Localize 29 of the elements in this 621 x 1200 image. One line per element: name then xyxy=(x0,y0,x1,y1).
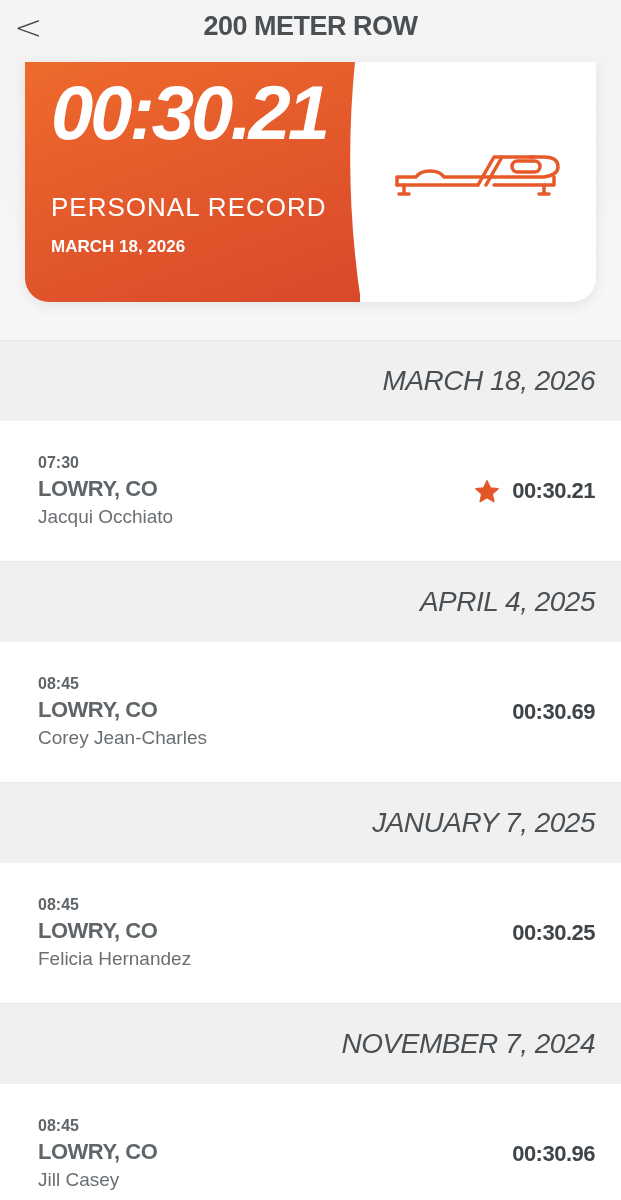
session-location: LOWRY, CO xyxy=(38,476,158,502)
coach-name: Felicia Hernandez xyxy=(38,948,192,970)
date-heading: JANUARY 7, 2025 xyxy=(372,807,595,839)
date-heading: APRIL 4, 2025 xyxy=(419,586,595,618)
session-time: 08:45 xyxy=(38,675,79,693)
session-result: 00:30.21 xyxy=(512,478,595,504)
session-result: 00:30.25 xyxy=(512,920,595,946)
back-button[interactable]: < xyxy=(6,4,51,50)
session-row[interactable]: 08:45 LOWRY, CO Felicia Hernandez 00:30.25 xyxy=(0,863,621,1003)
record-label: PERSONAL RECORD xyxy=(51,192,327,223)
session-result: 00:30.69 xyxy=(512,699,595,725)
session-location: LOWRY, CO xyxy=(38,918,158,944)
session-time: 08:45 xyxy=(38,1117,79,1135)
coach-name: Corey Jean-Charles xyxy=(38,727,207,749)
date-heading: MARCH 18, 2026 xyxy=(382,365,595,397)
session-location: LOWRY, CO xyxy=(38,1139,158,1165)
screen-title: 200 METER ROW xyxy=(203,10,418,42)
coach-name: Jill Casey xyxy=(38,1169,120,1191)
record-date: MARCH 18, 2026 xyxy=(51,237,186,257)
date-heading: NOVEMBER 7, 2024 xyxy=(341,1028,595,1060)
session-time: 08:45 xyxy=(38,896,79,914)
session-result: 00:30.96 xyxy=(512,1141,595,1167)
session-location: LOWRY, CO xyxy=(38,697,158,723)
record-time: 00:30.21 xyxy=(51,70,328,156)
session-row[interactable]: 08:45 LOWRY, CO Corey Jean-Charles 00:30.69 xyxy=(0,642,621,782)
session-row[interactable]: 08:45 LOWRY, CO Jill Casey 00:30.96 xyxy=(0,1084,621,1200)
session-row[interactable]: 07:30 LOWRY, CO Jacqui Occhiato 00:30.21 xyxy=(0,421,621,561)
session-time: 07:30 xyxy=(38,454,79,472)
coach-name: Jacqui Occhiato xyxy=(38,506,174,528)
